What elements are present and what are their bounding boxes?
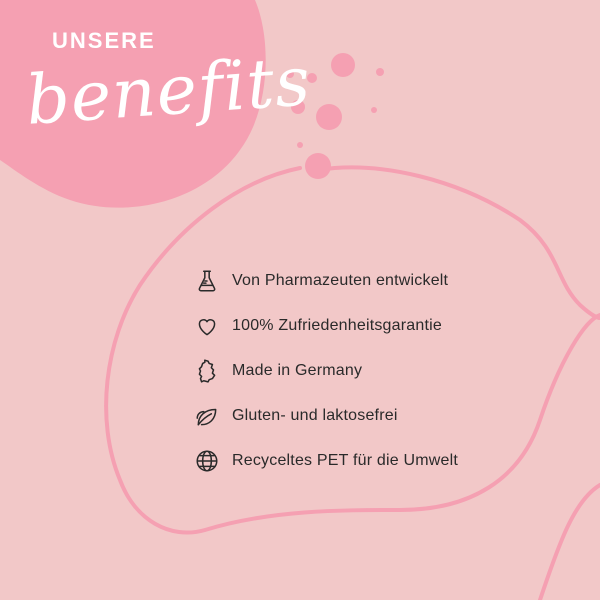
benefits-graphic: UNSERE benefits Von Pharmazeuten entwick…	[0, 0, 600, 600]
benefit-item: Gluten- und laktosefrei	[194, 393, 574, 438]
heart-icon	[194, 313, 220, 339]
benefit-label: Von Pharmazeuten entwickelt	[232, 271, 449, 289]
germany-map-icon	[194, 358, 220, 384]
leaf-icon	[194, 403, 220, 429]
benefit-label: 100% Zufriedenheitsgarantie	[232, 316, 442, 334]
globe-icon	[194, 448, 220, 474]
heading-kicker: UNSERE	[52, 28, 156, 53]
flask-icon	[194, 268, 220, 294]
benefit-label: Made in Germany	[232, 361, 363, 379]
benefit-item: Made in Germany	[194, 348, 574, 393]
benefit-item: Recyceltes PET für die Umwelt	[194, 438, 574, 483]
benefit-item: Von Pharmazeuten entwickelt	[194, 258, 574, 303]
benefit-label: Recyceltes PET für die Umwelt	[232, 451, 459, 469]
benefit-label: Gluten- und laktosefrei	[232, 406, 398, 424]
benefit-list: Von Pharmazeuten entwickelt 100% Zufried…	[194, 258, 574, 483]
benefit-item: 100% Zufriedenheitsgarantie	[194, 303, 574, 348]
flowing-line-bottom	[538, 483, 600, 600]
